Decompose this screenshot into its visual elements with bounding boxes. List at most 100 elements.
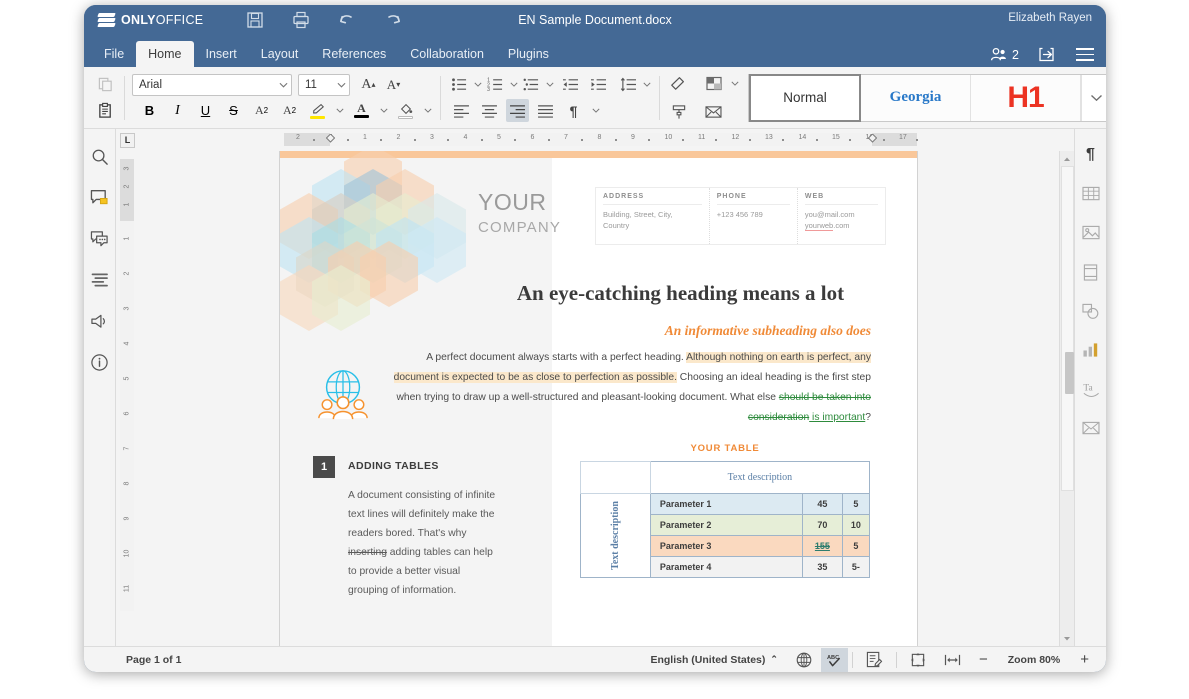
align-center-button[interactable]	[478, 99, 501, 122]
increase-font-size-button[interactable]: A ▴	[357, 73, 380, 96]
zoom-in-button[interactable]: +	[1071, 648, 1098, 672]
shading-color-caret[interactable]	[422, 99, 433, 122]
paste-button[interactable]	[94, 99, 117, 122]
shading-grid-icon	[705, 76, 722, 91]
style-normal[interactable]: Normal	[749, 73, 861, 122]
main-menu-icon[interactable]	[1076, 48, 1094, 61]
bullet-list-caret[interactable]	[472, 73, 483, 96]
indent-marker-left[interactable]	[325, 133, 336, 145]
tab-file[interactable]: File	[92, 41, 136, 67]
scroll-up-button[interactable]	[1060, 151, 1075, 166]
align-right-icon	[510, 104, 525, 118]
scrollbar-thumb[interactable]	[1065, 352, 1074, 394]
font-color-button[interactable]: A	[350, 99, 373, 122]
comments-icon[interactable]	[88, 186, 112, 210]
language-indicator[interactable]: English (United States) ⌃	[641, 648, 786, 672]
tab-insert[interactable]: Insert	[194, 41, 249, 67]
underline-button[interactable]: U	[194, 99, 217, 122]
align-left-button[interactable]	[450, 99, 473, 122]
mail-merge-button[interactable]	[702, 100, 725, 123]
copy-style-button[interactable]	[667, 100, 690, 123]
tab-stop-selector[interactable]: L	[120, 132, 135, 148]
zoom-level[interactable]: Zoom 80%	[997, 654, 1072, 666]
style-heading-1[interactable]: H1	[971, 74, 1081, 121]
decrease-font-size-button[interactable]: A ▾	[382, 73, 405, 96]
increase-indent-button[interactable]	[587, 73, 610, 96]
zoom-out-button[interactable]: −	[970, 648, 997, 672]
ruler-tick	[681, 138, 684, 141]
collaborators-button[interactable]: 2	[990, 47, 1019, 62]
page-indicator[interactable]: Page 1 of 1	[126, 654, 181, 666]
tab-home[interactable]: Home	[136, 41, 194, 67]
style-georgia[interactable]: Georgia	[861, 74, 971, 121]
share-icon[interactable]	[1038, 46, 1057, 63]
tab-plugins[interactable]: Plugins	[496, 41, 561, 67]
document-page[interactable]: YOUR COMPANY ADDRESS Building, Street, C…	[280, 151, 917, 646]
paragraph-marks-caret[interactable]	[590, 99, 601, 122]
zoom-out-label: −	[978, 651, 988, 668]
vertical-scrollbar[interactable]	[1059, 151, 1074, 646]
spellcheck-button[interactable]: ABC	[820, 647, 848, 672]
mail-merge-icon[interactable]	[1079, 416, 1103, 440]
strikethrough-button[interactable]: S	[222, 99, 245, 122]
table-settings-icon[interactable]	[1079, 182, 1103, 206]
numbered-list-button[interactable]: 1 2 3	[484, 73, 507, 96]
save-icon[interactable]	[245, 10, 265, 30]
shape-settings-icon[interactable]	[1079, 299, 1103, 323]
paragraph-settings-icon[interactable]: ¶	[1079, 143, 1103, 167]
font-size-select[interactable]: 11	[298, 73, 350, 96]
bold-button[interactable]: B	[138, 99, 161, 122]
paragraph-shading-caret[interactable]	[729, 72, 740, 95]
font-family-select[interactable]: Arial	[132, 73, 292, 96]
bullet-list-button[interactable]	[448, 73, 471, 96]
copy-button[interactable]	[94, 73, 117, 96]
chart-settings-icon[interactable]	[1079, 338, 1103, 362]
line-spacing-button[interactable]	[617, 73, 640, 96]
multilevel-list-button[interactable]	[520, 73, 543, 96]
about-icon[interactable]	[88, 350, 112, 374]
style-gallery-expand[interactable]	[1081, 74, 1106, 121]
navigation-headings-icon[interactable]	[88, 268, 112, 292]
title-bar: ONLYOFFICE EN Sample Document.docx Eliza…	[84, 5, 1106, 35]
horizontal-ruler[interactable]: 211234567891011121314151617	[139, 133, 1050, 147]
print-icon[interactable]	[291, 10, 311, 30]
highlight-color-button[interactable]	[306, 99, 329, 122]
scrollbar-track[interactable]	[1061, 166, 1074, 491]
align-justify-button[interactable]	[534, 99, 557, 122]
tab-references[interactable]: References	[310, 41, 398, 67]
tab-collaboration[interactable]: Collaboration	[398, 41, 496, 67]
fit-page-button[interactable]	[901, 648, 935, 672]
chat-icon[interactable]	[88, 227, 112, 251]
show-paragraph-marks-button[interactable]: ¶	[562, 99, 585, 122]
feedback-icon[interactable]	[88, 309, 112, 333]
subscript-button[interactable]: A2	[278, 99, 301, 122]
line-spacing-caret[interactable]	[641, 73, 652, 96]
search-icon[interactable]	[88, 145, 112, 169]
track-changes-button[interactable]	[857, 648, 892, 672]
align-right-button[interactable]	[506, 99, 529, 122]
document-canvas[interactable]: YOUR COMPANY ADDRESS Building, Street, C…	[138, 151, 1059, 646]
text-box-settings-icon[interactable]	[1079, 260, 1103, 284]
text-art-settings-icon[interactable]: Ta	[1079, 377, 1103, 401]
tab-layout[interactable]: Layout	[249, 41, 311, 67]
font-color-caret[interactable]	[378, 99, 389, 122]
redo-icon[interactable]	[383, 10, 403, 30]
vertical-ruler[interactable]: 3 2 1 1 2 3 4 5 6 7 8 9 10 11	[116, 151, 138, 646]
multilevel-list-caret[interactable]	[544, 73, 555, 96]
highlight-color-caret[interactable]	[334, 99, 345, 122]
decrease-indent-button[interactable]	[559, 73, 582, 96]
scroll-down-button[interactable]	[1060, 631, 1075, 646]
data-table[interactable]: Text description Text description Parame…	[580, 461, 871, 578]
numbered-list-caret[interactable]	[508, 73, 519, 96]
clear-style-button[interactable]	[667, 72, 690, 95]
shading-color-button[interactable]	[394, 99, 417, 122]
indent-marker-right[interactable]	[867, 133, 878, 145]
fit-width-button[interactable]	[935, 648, 970, 672]
image-settings-icon[interactable]	[1079, 221, 1103, 245]
table-row[interactable]: Text description Parameter 1 45 5	[580, 493, 871, 578]
paragraph-shading-button[interactable]	[702, 72, 725, 95]
superscript-button[interactable]: A2	[250, 99, 273, 122]
undo-icon[interactable]	[337, 10, 357, 30]
set-document-language-button[interactable]	[787, 648, 821, 672]
italic-button[interactable]: I	[166, 99, 189, 122]
